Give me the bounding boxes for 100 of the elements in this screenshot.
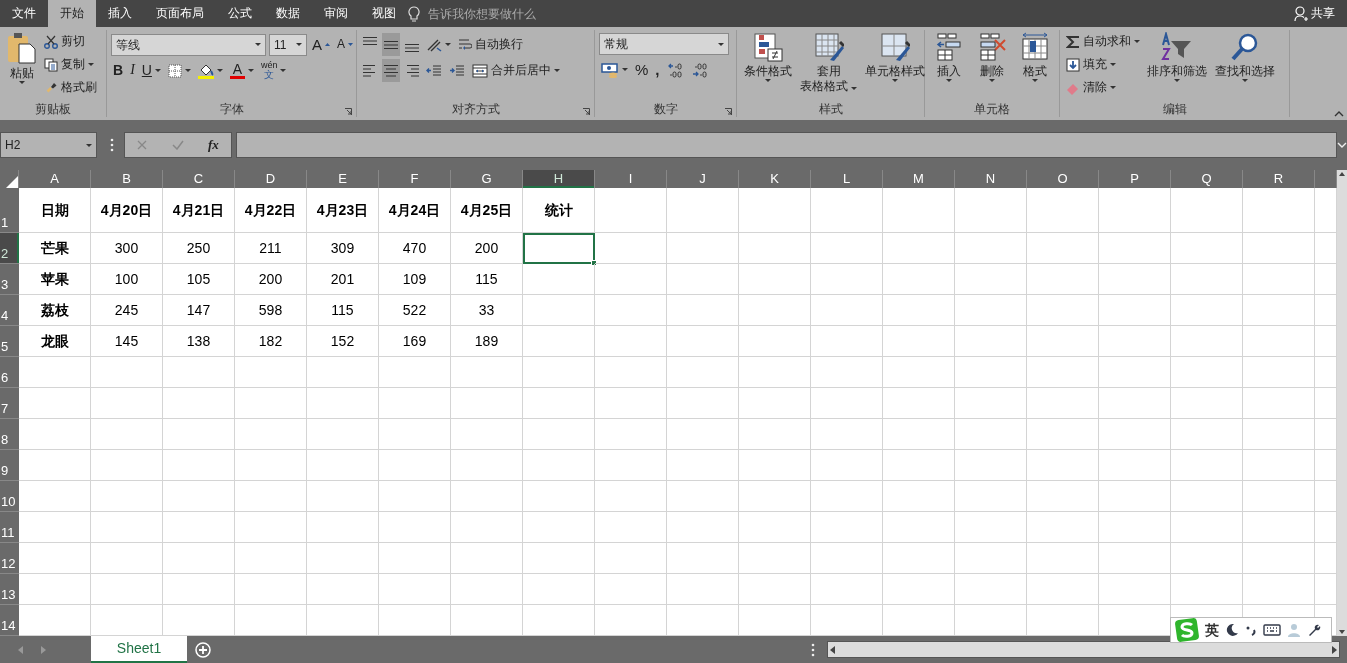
empty-cell[interactable] [739, 233, 811, 264]
empty-cell[interactable] [595, 450, 667, 481]
empty-cell[interactable] [91, 543, 163, 574]
menu-tab[interactable]: 数据 [264, 0, 312, 27]
empty-cell[interactable] [811, 295, 883, 326]
empty-cell[interactable] [955, 357, 1027, 388]
empty-cell[interactable] [1243, 326, 1315, 357]
row-header[interactable]: 10 [0, 481, 19, 512]
empty-cell[interactable] [1243, 481, 1315, 512]
empty-cell[interactable] [235, 388, 307, 419]
empty-cell[interactable] [955, 481, 1027, 512]
grow-font-button[interactable]: A [310, 33, 332, 56]
empty-cell[interactable] [1027, 419, 1099, 450]
copy-button[interactable]: 复制 [42, 53, 99, 76]
row-header[interactable]: 5 [0, 326, 19, 357]
empty-cell[interactable] [91, 450, 163, 481]
empty-cell[interactable] [379, 512, 451, 543]
column-header[interactable]: Q [1171, 170, 1243, 188]
align-button[interactable] [382, 33, 400, 56]
empty-cell[interactable] [739, 450, 811, 481]
empty-cell[interactable] [91, 388, 163, 419]
empty-cell[interactable] [1243, 357, 1315, 388]
empty-cell[interactable] [739, 295, 811, 326]
sheet-tab[interactable]: Sheet1 [91, 636, 187, 663]
column-header[interactable]: A [19, 170, 91, 188]
empty-cell[interactable] [1027, 326, 1099, 357]
empty-cell[interactable] [523, 450, 595, 481]
row-header[interactable]: 6 [0, 357, 19, 388]
empty-cell[interactable] [1027, 512, 1099, 543]
empty-cell[interactable] [739, 543, 811, 574]
formula-field[interactable] [236, 132, 1337, 158]
empty-cell[interactable] [1171, 512, 1243, 543]
ime-mode-button[interactable]: 英 [1205, 621, 1219, 639]
empty-cell[interactable] [1027, 481, 1099, 512]
row-header[interactable]: 4 [0, 295, 19, 326]
empty-cell[interactable] [451, 481, 523, 512]
row-header[interactable]: 12 [0, 543, 19, 574]
row-header[interactable]: 7 [0, 388, 19, 419]
empty-cell[interactable] [811, 233, 883, 264]
empty-cell[interactable] [379, 481, 451, 512]
empty-cell[interactable] [1243, 188, 1315, 233]
empty-cell[interactable] [1027, 264, 1099, 295]
empty-cell[interactable] [739, 188, 811, 233]
empty-cell[interactable] [163, 543, 235, 574]
fill-handle[interactable] [591, 260, 597, 266]
empty-cell[interactable] [1099, 543, 1171, 574]
empty-cell[interactable] [1243, 295, 1315, 326]
empty-cell[interactable] [1171, 481, 1243, 512]
empty-cell[interactable] [1099, 326, 1171, 357]
empty-cell[interactable] [307, 450, 379, 481]
sort-filter-button[interactable]: 排序和筛选 [1144, 30, 1210, 101]
empty-cell[interactable] [235, 357, 307, 388]
empty-cell[interactable] [595, 233, 667, 264]
column-header[interactable]: R [1243, 170, 1315, 188]
share-button[interactable]: 共享 [1294, 0, 1335, 27]
empty-cell[interactable] [235, 512, 307, 543]
empty-cell[interactable] [1171, 388, 1243, 419]
style-button[interactable]: 条件格式 [741, 30, 795, 101]
empty-cell[interactable] [523, 357, 595, 388]
empty-cell[interactable] [451, 450, 523, 481]
empty-cell[interactable] [379, 450, 451, 481]
italic-button[interactable]: I [128, 59, 137, 82]
empty-cell[interactable] [811, 450, 883, 481]
clear-button[interactable]: 清除 [1064, 76, 1142, 99]
empty-cell[interactable] [1171, 233, 1243, 264]
empty-cell[interactable] [595, 357, 667, 388]
empty-cell[interactable] [667, 357, 739, 388]
row-header[interactable]: 14 [0, 605, 19, 636]
empty-cell[interactable] [667, 450, 739, 481]
empty-cell[interactable] [811, 481, 883, 512]
empty-cell[interactable] [883, 543, 955, 574]
empty-cell[interactable] [883, 450, 955, 481]
empty-cell[interactable] [883, 388, 955, 419]
row-header[interactable]: 9 [0, 450, 19, 481]
style-button[interactable]: 单元格样式 [862, 30, 929, 101]
empty-cell[interactable] [1171, 357, 1243, 388]
empty-cell[interactable] [883, 233, 955, 264]
empty-cell[interactable] [811, 357, 883, 388]
empty-cell[interactable] [595, 543, 667, 574]
font-name-field[interactable]: 等线 [111, 33, 266, 56]
empty-cell[interactable] [595, 388, 667, 419]
empty-cell[interactable] [379, 419, 451, 450]
empty-cell[interactable] [307, 512, 379, 543]
empty-cell[interactable] [739, 326, 811, 357]
empty-cell[interactable] [955, 233, 1027, 264]
empty-cell[interactable] [1099, 450, 1171, 481]
align-button[interactable] [382, 59, 400, 82]
horizontal-scrollbar[interactable] [827, 641, 1340, 658]
empty-cell[interactable] [595, 264, 667, 295]
empty-cell[interactable] [91, 481, 163, 512]
empty-cell[interactable] [523, 574, 595, 605]
empty-cell[interactable] [451, 574, 523, 605]
empty-cell[interactable] [91, 512, 163, 543]
empty-cell[interactable] [163, 450, 235, 481]
insert-function-button[interactable]: fx [207, 137, 219, 153]
empty-cell[interactable] [307, 388, 379, 419]
empty-cell[interactable] [595, 419, 667, 450]
empty-cell[interactable] [523, 264, 595, 295]
name-box[interactable]: H2 [0, 132, 97, 158]
empty-cell[interactable] [91, 574, 163, 605]
